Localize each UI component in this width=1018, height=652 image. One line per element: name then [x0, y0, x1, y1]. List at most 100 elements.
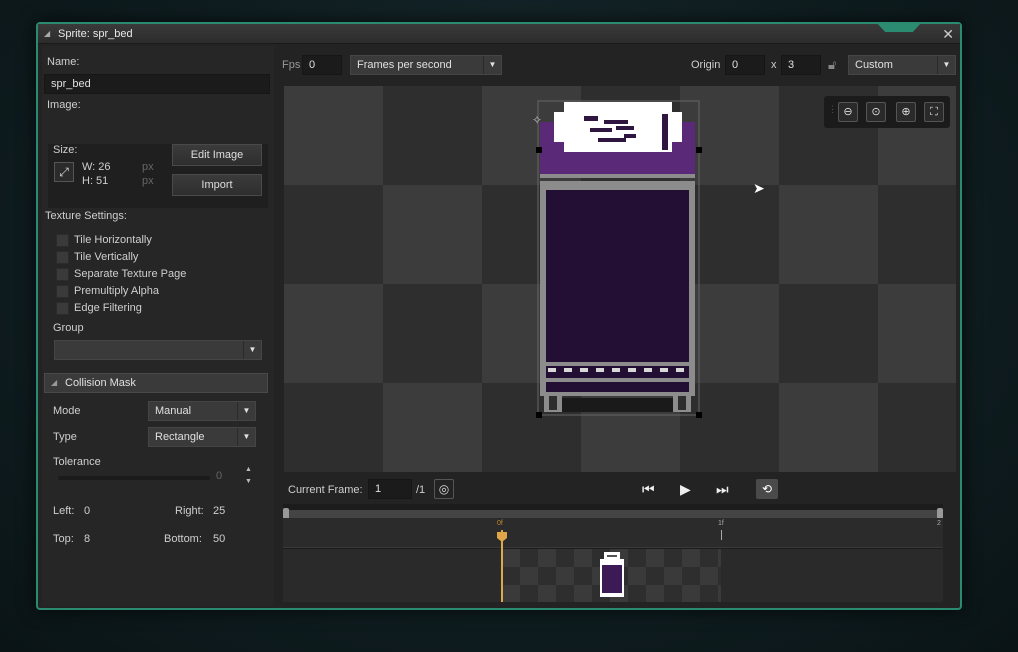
sprite-canvas[interactable]: ✧ ⋮ ⊖ ⊙ ⊕ ⛶ ➤ — [284, 86, 956, 472]
size-label: Size: — [53, 144, 78, 156]
collision-mask-section[interactable]: ◢ Collision Mask — [44, 373, 268, 393]
frame-total: /1 — [416, 484, 426, 496]
playback-bar: Current Frame: 1 /1 ◎ ⏮ ▶ ⏭ ⟲ — [282, 476, 958, 504]
type-label: Type — [53, 431, 77, 443]
image-label: Image: — [47, 99, 81, 111]
right-value[interactable]: 25 — [213, 505, 225, 517]
type-dropdown[interactable]: Rectangle ▼ — [148, 427, 256, 447]
origin-label: Origin — [691, 59, 721, 71]
current-frame-input[interactable]: 1 — [368, 479, 412, 499]
collision-mask-title: Collision Mask — [65, 377, 136, 389]
tile-vertically-label: Tile Vertically — [74, 251, 139, 263]
mouse-cursor-icon: ➤ — [753, 180, 765, 196]
origin-preset-dropdown[interactable]: Custom ▼ — [848, 55, 956, 75]
origin-y-input[interactable]: 3 — [781, 55, 821, 75]
zoom-in-icon[interactable]: ⊕ — [896, 102, 916, 122]
timeline-scrollbar[interactable] — [283, 508, 943, 520]
sprite-preview: ✧ — [532, 100, 702, 418]
tolerance-label: Tolerance — [53, 456, 101, 468]
separate-texture-page-label: Separate Texture Page — [74, 268, 187, 280]
chevron-down-icon: ▼ — [483, 56, 501, 74]
separate-texture-page-checkbox[interactable] — [56, 268, 69, 281]
tick-1-label: 1f — [718, 520, 724, 527]
play-icon[interactable]: ▶ — [680, 481, 691, 498]
fps-input[interactable]: 0 — [302, 55, 342, 75]
zoom-out-icon[interactable]: ⊖ — [838, 102, 858, 122]
resize-icon[interactable]: ⤢ — [54, 162, 74, 182]
fps-mode-dropdown[interactable]: Frames per second ▼ — [350, 55, 502, 75]
frame-sprite-thumbnail — [600, 552, 624, 597]
collapse-icon[interactable]: ◢ — [44, 29, 50, 38]
width-unit: px — [142, 161, 154, 173]
chevron-down-icon: ▼ — [243, 341, 261, 359]
edit-image-button[interactable]: Edit Image — [172, 144, 262, 166]
type-value: Rectangle — [155, 431, 205, 443]
top-label: Top: — [53, 533, 74, 545]
chevron-down-icon: ▼ — [237, 428, 255, 446]
fit-screen-icon[interactable]: ⛶ — [924, 102, 944, 122]
collapse-triangle-icon: ◢ — [51, 378, 58, 387]
left-label: Left: — [53, 505, 75, 517]
group-dropdown[interactable]: ▼ — [54, 340, 262, 360]
premultiply-alpha-checkbox[interactable] — [56, 285, 69, 298]
window-titlebar[interactable]: ◢ Sprite: spr_bed ✕ — [38, 22, 960, 44]
bottom-value[interactable]: 50 — [213, 533, 225, 545]
stepper-down-icon[interactable]: ▼ — [245, 478, 252, 485]
fps-mode-value: Frames per second — [357, 59, 452, 71]
frame-1-thumbnail[interactable] — [502, 549, 721, 602]
name-input[interactable]: spr_bed — [44, 74, 270, 94]
zoom-toolbar: ⋮ ⊖ ⊙ ⊕ ⛶ — [824, 96, 950, 128]
size-group: Size: ⤢ W: 26 H: 51 px px Edit Image Imp… — [48, 144, 268, 208]
titlebar-notch — [876, 22, 922, 32]
left-value[interactable]: 0 — [84, 505, 90, 517]
mode-value: Manual — [155, 405, 192, 417]
height-unit: px — [142, 175, 154, 187]
height-value: H: 51 — [82, 175, 109, 187]
top-value[interactable]: 8 — [84, 533, 90, 545]
mode-dropdown[interactable]: Manual ▼ — [148, 401, 256, 421]
tick-0-label: 0f — [497, 520, 503, 527]
sprite-toolbar: Fps 0 Frames per second ▼ Origin 0 x 3 🔓… — [282, 52, 958, 80]
chevron-down-icon: ▼ — [937, 56, 955, 74]
fps-label: Fps — [282, 59, 301, 71]
zoom-reset-icon[interactable]: ⊙ — [866, 102, 886, 122]
stepper-up-icon[interactable]: ▲ — [245, 466, 252, 473]
current-frame-label: Current Frame: — [288, 484, 363, 496]
origin-separator: x — [771, 59, 777, 71]
loop-icon[interactable]: ⟲ — [756, 479, 778, 499]
tolerance-slider[interactable] — [58, 476, 210, 480]
tile-horizontally-checkbox[interactable] — [56, 234, 69, 247]
sprite-editor-window: ◢ Sprite: spr_bed ✕ Name: spr_bed Image:… — [36, 22, 962, 610]
import-button[interactable]: Import — [172, 174, 262, 196]
mode-label: Mode — [53, 405, 81, 417]
right-label: Right: — [175, 505, 204, 517]
tick-2-label: 2 — [937, 520, 941, 527]
skip-to-end-icon[interactable]: ⏭ — [716, 481, 729, 498]
group-label: Group — [53, 322, 84, 334]
onion-skin-icon[interactable]: ◎ — [434, 479, 454, 499]
edge-filtering-checkbox[interactable] — [56, 302, 69, 315]
edge-filtering-label: Edge Filtering — [74, 302, 142, 314]
timeline-ruler[interactable]: 0f 1f 2 — [283, 518, 943, 548]
origin-x-input[interactable]: 0 — [725, 55, 765, 75]
width-value: W: 26 — [82, 161, 111, 173]
name-label: Name: — [47, 56, 80, 68]
chevron-down-icon: ▼ — [237, 402, 255, 420]
frame-strip[interactable] — [283, 549, 943, 602]
tolerance-value: 0 — [216, 470, 223, 482]
timeline: 0f 1f 2 — [283, 504, 943, 602]
skip-to-start-icon[interactable]: ⏮ — [642, 481, 655, 498]
properties-panel: Name: spr_bed Image: Size: ⤢ W: 26 H: 51… — [42, 46, 274, 606]
origin-preset-value: Custom — [855, 59, 893, 71]
tile-horizontally-label: Tile Horizontally — [74, 234, 152, 246]
window-title: Sprite: spr_bed — [58, 28, 133, 40]
close-icon[interactable]: ✕ — [942, 26, 954, 43]
premultiply-alpha-label: Premultiply Alpha — [74, 285, 159, 297]
lock-icon[interactable]: 🔓︎ — [828, 57, 836, 73]
bottom-label: Bottom: — [164, 533, 202, 545]
svg-text:✧: ✧ — [532, 113, 542, 127]
tile-vertically-checkbox[interactable] — [56, 251, 69, 264]
tick-1-mark — [721, 530, 722, 540]
drag-handle-icon[interactable]: ⋮ — [828, 104, 837, 115]
texture-settings-label: Texture Settings: — [45, 210, 127, 222]
